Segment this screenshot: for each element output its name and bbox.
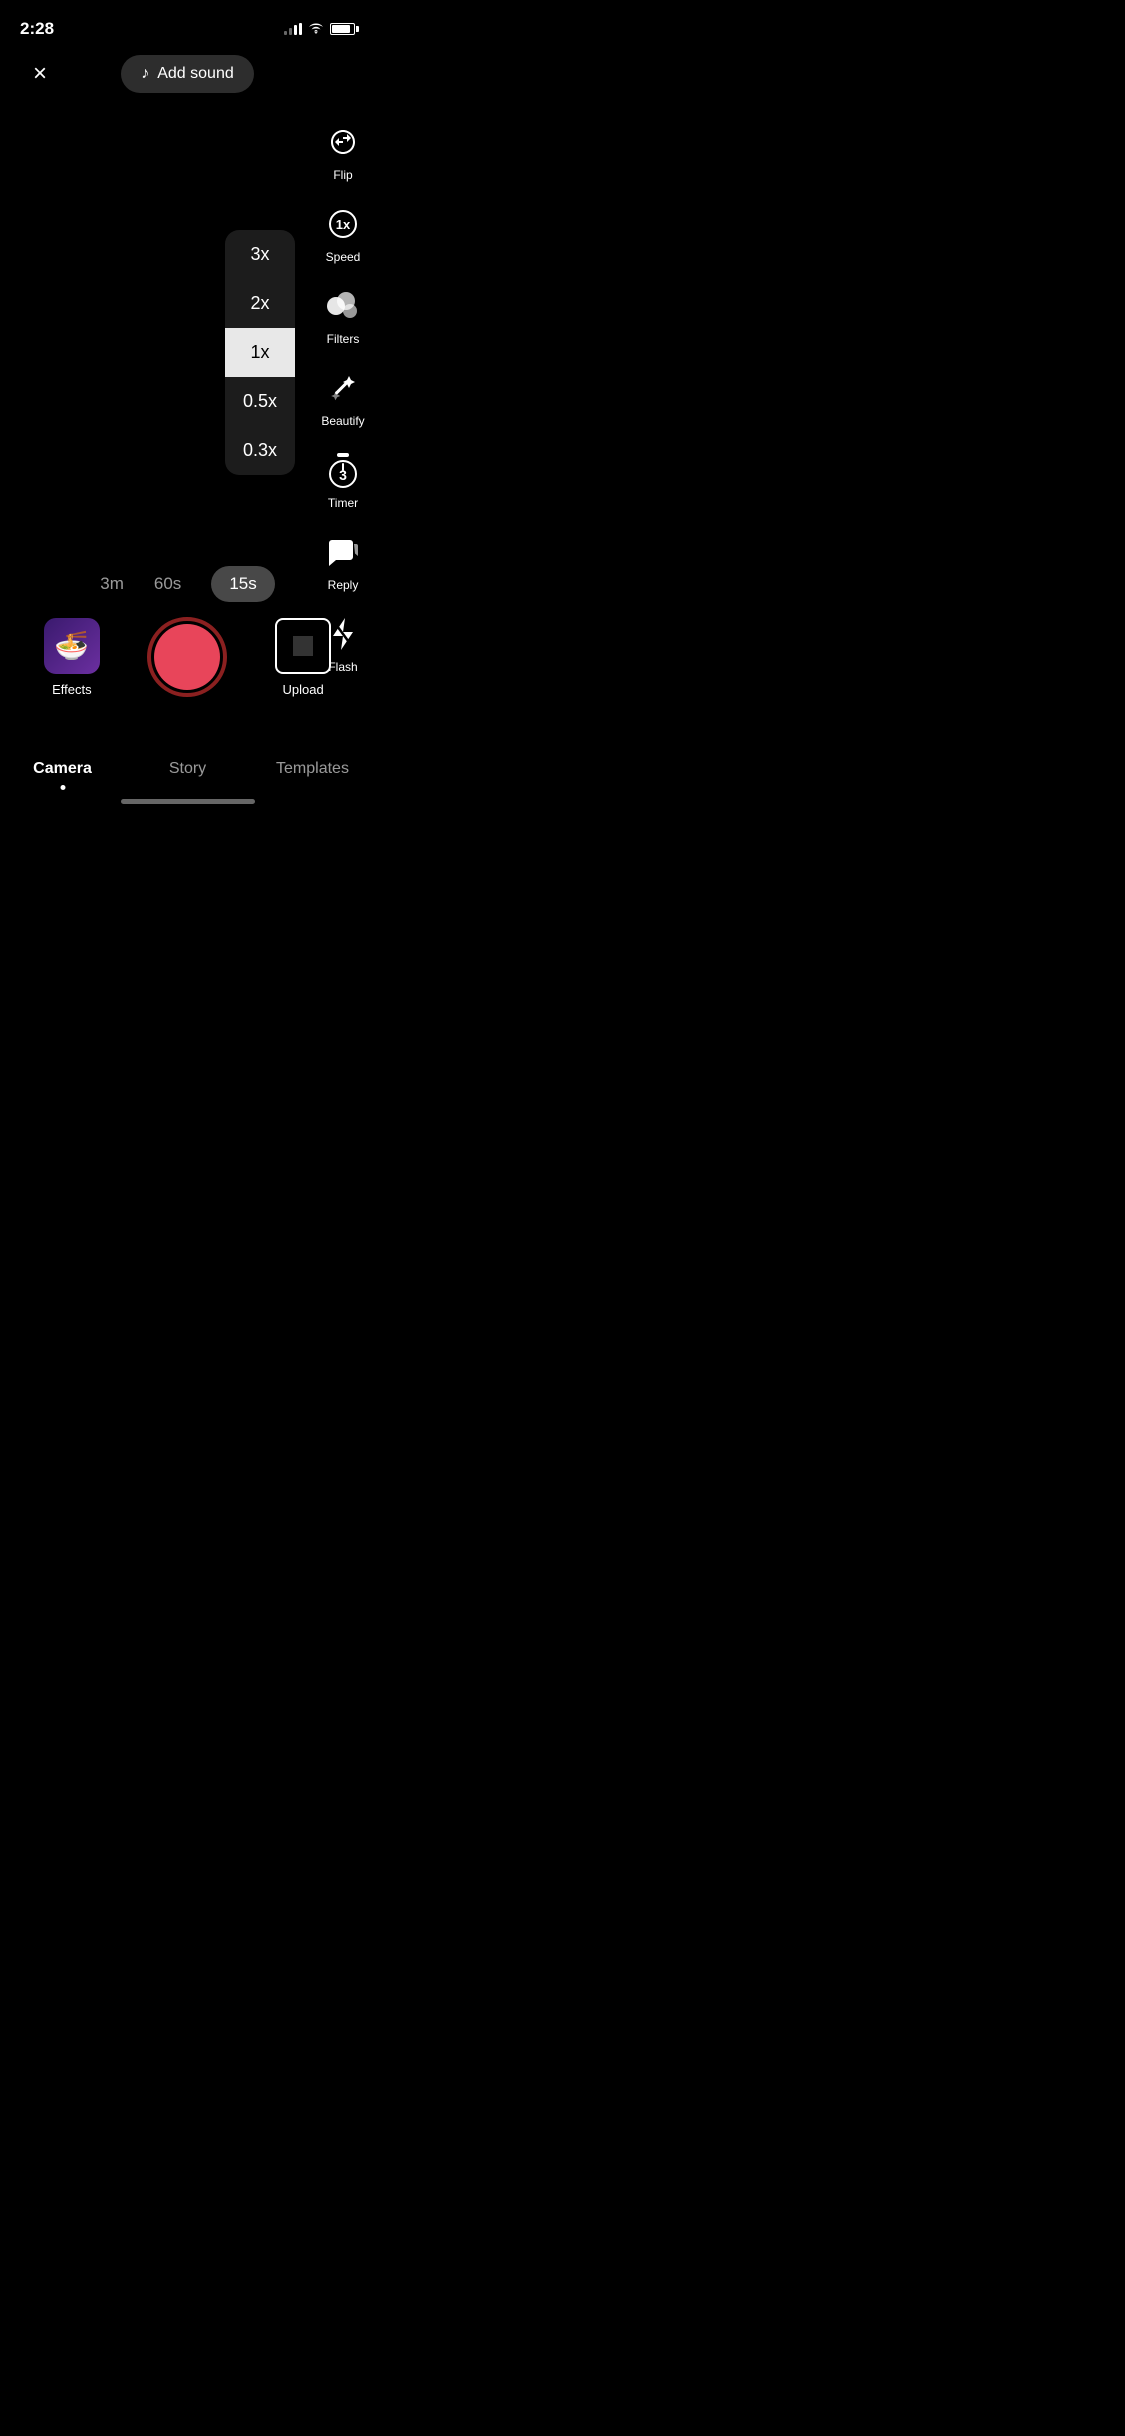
flip-icon	[321, 120, 365, 164]
flip-label: Flip	[333, 168, 352, 182]
home-indicator	[121, 799, 255, 804]
filters-label: Filters	[327, 332, 360, 346]
speed-button[interactable]: 1x Speed	[321, 202, 365, 264]
close-button[interactable]: ×	[20, 54, 60, 94]
status-icons	[284, 22, 355, 37]
timer-button[interactable]: 3 Timer	[321, 448, 365, 510]
svg-text:1x: 1x	[336, 217, 351, 232]
bottom-nav: Camera Story Templates	[0, 760, 375, 782]
duration-tabs: 3m 60s 15s	[0, 566, 375, 602]
signal-icon	[284, 23, 302, 35]
speed-icon: 1x	[321, 202, 365, 246]
record-button[interactable]	[147, 617, 227, 697]
record-inner	[154, 624, 220, 690]
speed-3x[interactable]: 3x	[225, 230, 295, 279]
timer-icon: 3	[321, 448, 365, 492]
duration-60s[interactable]: 60s	[154, 574, 181, 594]
bottom-controls: 🍜 Effects Upload	[0, 617, 375, 697]
beautify-label: Beautify	[321, 414, 364, 428]
top-controls: × ♪ Add sound	[0, 44, 375, 104]
speed-0-3x[interactable]: 0.3x	[225, 426, 295, 475]
filters-button[interactable]: Filters	[321, 284, 365, 346]
status-bar: 2:28	[0, 0, 375, 44]
effects-label: Effects	[52, 682, 92, 697]
add-sound-button[interactable]: ♪ Add sound	[121, 55, 254, 93]
upload-icon	[275, 618, 331, 674]
speed-popup: 3x 2x 1x 0.5x 0.3x	[225, 230, 295, 475]
upload-button[interactable]: Upload	[275, 618, 331, 697]
upload-square	[293, 636, 313, 656]
duration-15s[interactable]: 15s	[211, 566, 274, 602]
effects-thumbnail: 🍜	[44, 618, 100, 674]
battery-icon	[330, 23, 355, 35]
flip-button[interactable]: Flip	[321, 120, 365, 182]
beautify-icon	[321, 366, 365, 410]
nav-active-dot	[60, 785, 65, 790]
nav-camera[interactable]: Camera	[0, 760, 125, 782]
filters-icon	[321, 284, 365, 328]
status-time: 2:28	[20, 19, 54, 39]
duration-3m[interactable]: 3m	[100, 574, 124, 594]
speed-1x[interactable]: 1x	[225, 328, 295, 377]
speed-2x[interactable]: 2x	[225, 279, 295, 328]
speed-0-5x[interactable]: 0.5x	[225, 377, 295, 426]
wifi-icon	[308, 22, 324, 37]
timer-label: Timer	[328, 496, 358, 510]
upload-label: Upload	[283, 682, 324, 697]
music-note-icon: ♪	[141, 65, 149, 83]
nav-templates[interactable]: Templates	[250, 760, 375, 782]
beautify-button[interactable]: Beautify	[321, 366, 365, 428]
effects-button[interactable]: 🍜 Effects	[44, 618, 100, 697]
speed-label: Speed	[326, 250, 361, 264]
nav-story[interactable]: Story	[125, 760, 250, 782]
